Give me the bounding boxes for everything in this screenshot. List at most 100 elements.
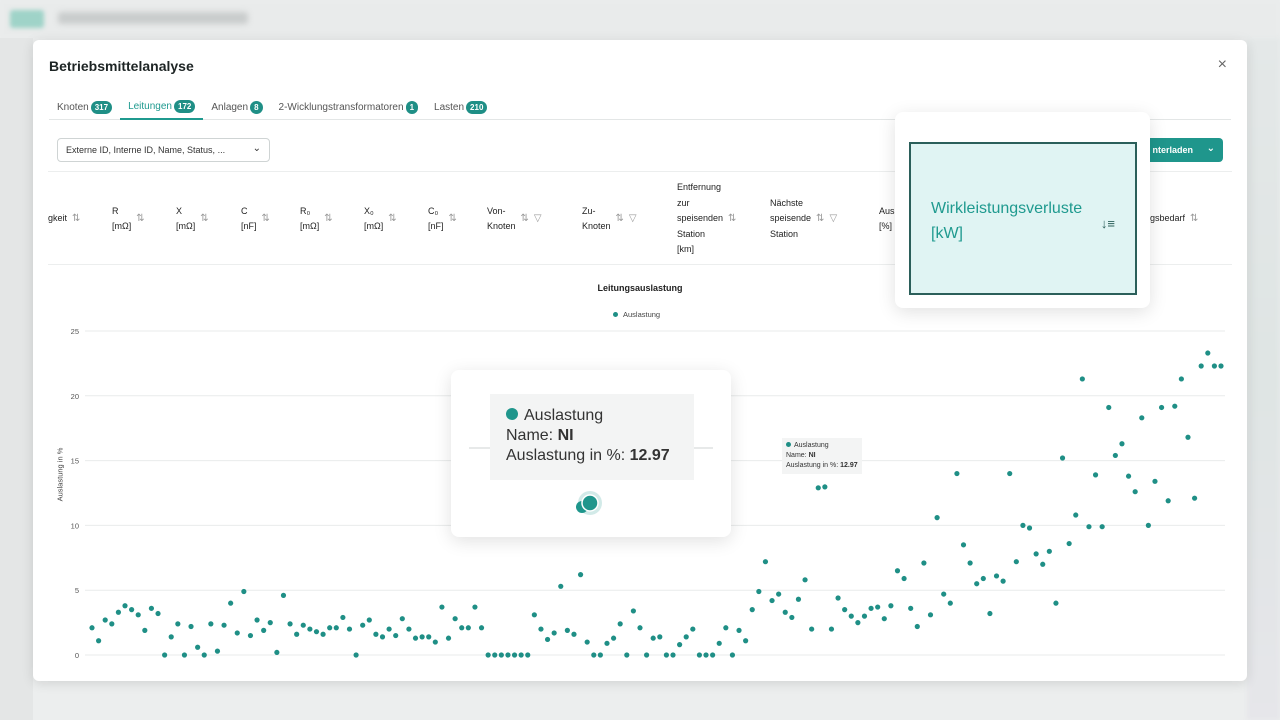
data-point[interactable] [597, 652, 603, 658]
data-point[interactable] [657, 634, 663, 640]
data-point[interactable] [373, 631, 379, 637]
data-point[interactable] [855, 620, 861, 626]
data-point[interactable] [399, 616, 405, 622]
data-point[interactable] [901, 575, 907, 582]
data-point[interactable] [261, 627, 267, 633]
data-point[interactable] [690, 626, 696, 632]
data-point[interactable] [1152, 478, 1158, 484]
data-point[interactable] [1086, 524, 1092, 530]
data-point[interactable] [432, 639, 438, 645]
data-point[interactable] [333, 625, 339, 631]
data-point[interactable] [287, 621, 293, 627]
data-point[interactable] [102, 617, 108, 623]
data-point[interactable] [960, 542, 967, 548]
data-point[interactable] [459, 625, 465, 631]
data-point[interactable] [927, 612, 934, 618]
data-point[interactable] [762, 559, 769, 565]
data-point[interactable] [485, 652, 491, 658]
data-point[interactable] [307, 626, 313, 632]
data-point[interactable] [875, 604, 881, 610]
data-point[interactable] [954, 470, 960, 477]
data-point[interactable] [518, 652, 524, 658]
data-point[interactable] [736, 627, 742, 633]
data-point[interactable] [604, 640, 610, 646]
data-point[interactable] [195, 644, 201, 650]
data-point[interactable] [868, 605, 874, 611]
data-point[interactable] [809, 626, 815, 632]
data-point[interactable] [525, 652, 531, 658]
data-point[interactable] [1066, 540, 1072, 547]
data-point[interactable] [1132, 489, 1138, 495]
data-point[interactable] [789, 614, 795, 621]
data-point[interactable] [1198, 363, 1204, 369]
data-point[interactable] [723, 625, 729, 631]
data-point[interactable] [914, 623, 920, 630]
data-point[interactable] [465, 625, 471, 631]
data-point[interactable] [267, 620, 273, 626]
data-point[interactable] [320, 631, 326, 637]
data-point[interactable] [340, 614, 346, 621]
data-point[interactable] [188, 623, 194, 630]
data-point[interactable] [89, 625, 95, 631]
data-point[interactable] [921, 560, 927, 566]
data-point[interactable] [426, 634, 432, 640]
data-point[interactable] [445, 635, 452, 641]
data-point[interactable] [1185, 434, 1191, 440]
data-point[interactable] [980, 575, 986, 582]
data-point[interactable] [129, 607, 135, 613]
data-point[interactable] [617, 621, 623, 627]
data-point[interactable] [1007, 470, 1013, 477]
data-point[interactable] [558, 583, 564, 589]
data-point[interactable] [115, 609, 122, 615]
data-point[interactable] [1165, 498, 1171, 504]
data-point[interactable] [492, 652, 498, 658]
data-point[interactable] [815, 485, 821, 491]
data-point[interactable] [214, 648, 221, 654]
data-point[interactable] [1059, 455, 1066, 461]
data-point[interactable] [122, 603, 128, 609]
data-point[interactable] [412, 635, 419, 641]
data-point[interactable] [610, 635, 617, 641]
data-point[interactable] [439, 604, 445, 610]
data-point[interactable] [1119, 441, 1125, 447]
data-point[interactable] [987, 610, 993, 617]
data-point[interactable] [743, 638, 749, 644]
data-point[interactable] [782, 609, 788, 615]
data-point[interactable] [551, 630, 557, 636]
data-point[interactable] [822, 484, 828, 490]
data-point[interactable] [498, 652, 504, 658]
data-point[interactable] [683, 634, 689, 640]
data-point[interactable] [241, 588, 247, 595]
data-point[interactable] [842, 607, 848, 613]
data-point[interactable] [729, 652, 736, 658]
data-point[interactable] [327, 625, 333, 631]
data-point[interactable] [1178, 376, 1184, 382]
data-point[interactable] [538, 626, 544, 632]
data-point[interactable] [776, 591, 782, 597]
data-point[interactable] [379, 634, 386, 640]
data-point[interactable] [947, 600, 953, 606]
data-point[interactable] [1191, 495, 1198, 501]
data-point[interactable] [591, 652, 597, 658]
data-point[interactable] [478, 625, 485, 631]
data-point[interactable] [1092, 472, 1099, 478]
data-point[interactable] [663, 652, 670, 658]
data-point[interactable] [1205, 350, 1211, 356]
data-point[interactable] [571, 631, 577, 637]
data-point[interactable] [274, 649, 280, 656]
data-point[interactable] [452, 616, 458, 622]
data-point[interactable] [96, 638, 102, 644]
data-point[interactable] [247, 632, 254, 639]
data-point[interactable] [974, 581, 980, 587]
data-point[interactable] [643, 652, 650, 658]
data-point[interactable] [670, 652, 676, 658]
data-point[interactable] [419, 634, 425, 640]
data-point[interactable] [888, 603, 894, 609]
data-point[interactable] [716, 640, 722, 646]
data-point[interactable] [1172, 403, 1178, 409]
data-point[interactable] [511, 652, 518, 658]
data-point[interactable] [234, 630, 240, 636]
data-point[interactable] [1026, 525, 1033, 531]
data-point[interactable] [802, 577, 808, 583]
data-point[interactable] [505, 652, 511, 658]
